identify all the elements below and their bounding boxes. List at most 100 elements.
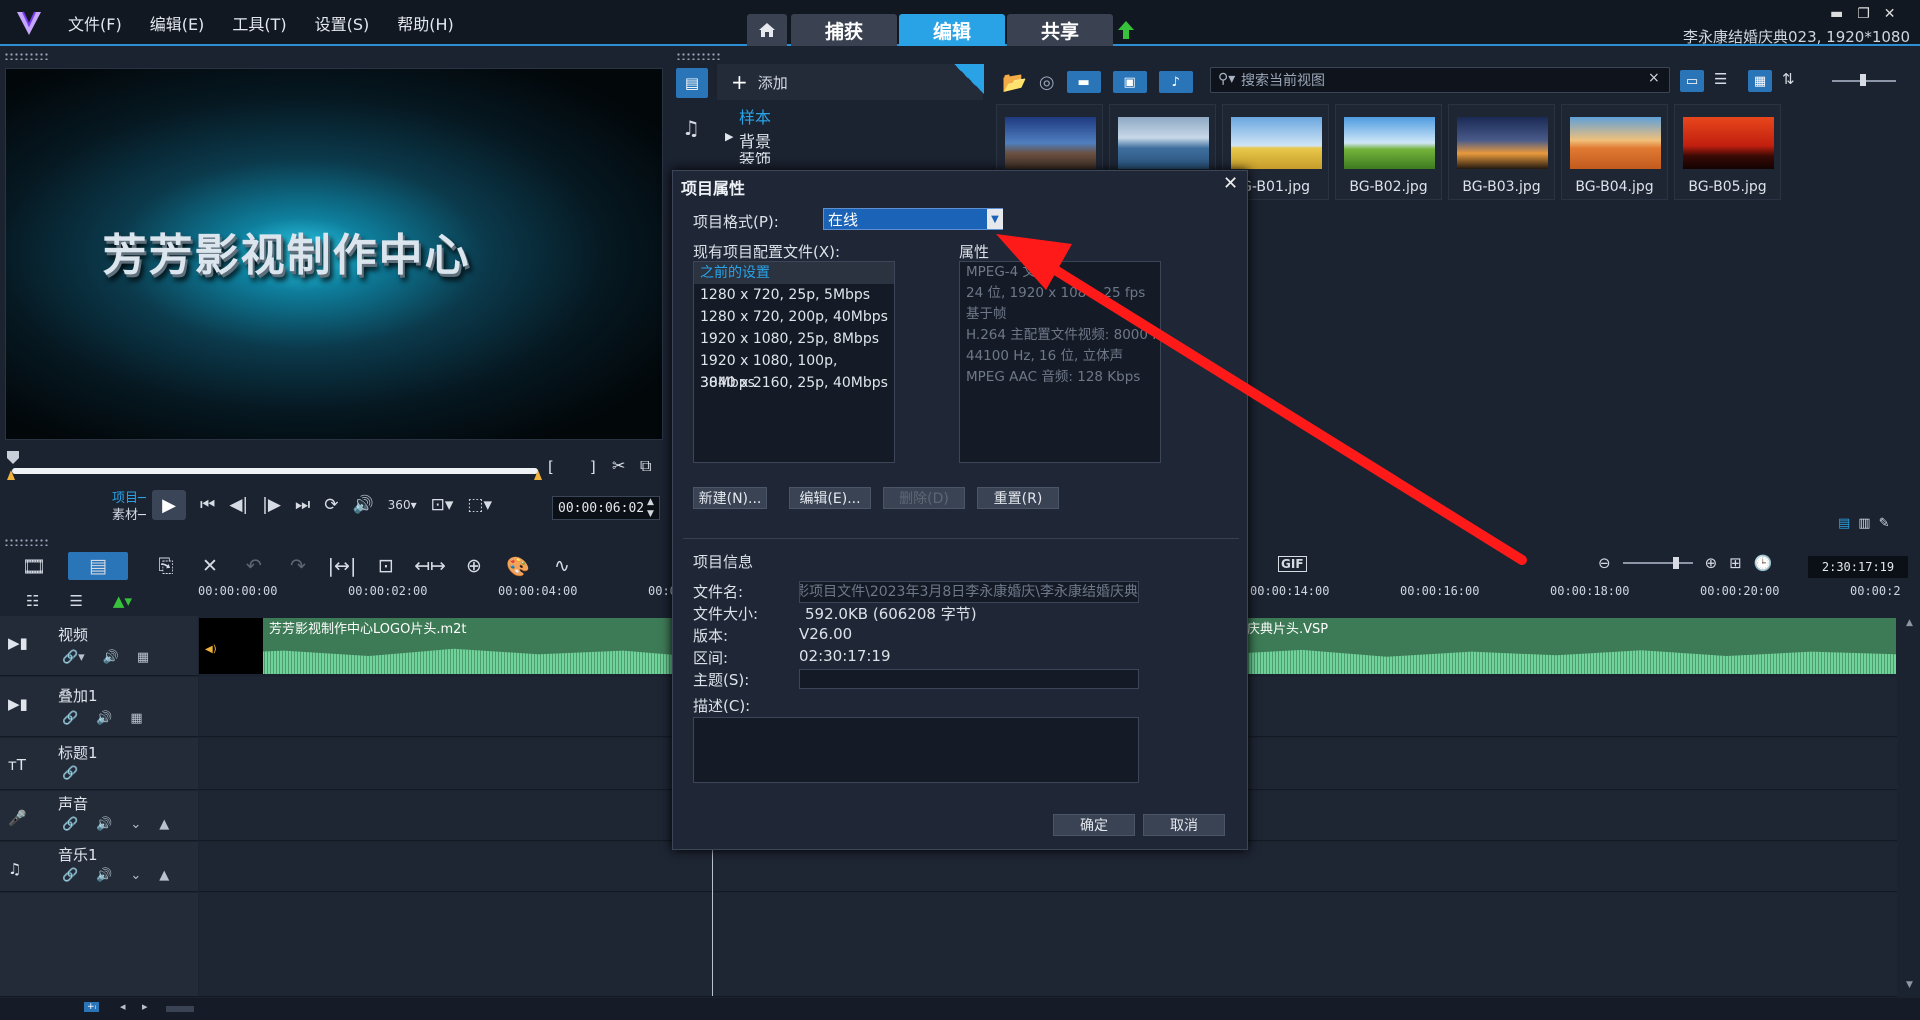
panel-grip[interactable]	[4, 52, 48, 60]
mute-icon[interactable]: 🔊	[96, 868, 112, 883]
trim-end-icon[interactable]	[533, 468, 543, 480]
fit-icon[interactable]: +ᵢ	[84, 1002, 100, 1012]
scroll-left-icon[interactable]: ◂	[120, 1000, 126, 1013]
minimize-icon[interactable]: ▬	[1830, 6, 1843, 22]
grid-view-icon[interactable]: ▦	[1748, 70, 1772, 92]
volume-arrow-icon[interactable]: ▲	[159, 817, 169, 832]
show-audio-icon[interactable]: ♪	[1158, 71, 1193, 93]
category-background[interactable]: ▶ 背景	[717, 128, 983, 152]
menu-edit[interactable]: 编辑(E)	[136, 11, 219, 35]
fit-timeline-icon[interactable]: |↔|	[320, 555, 364, 577]
thumbnail-item[interactable]: BG-B05.jpg	[1674, 104, 1781, 200]
zoom-knob[interactable]	[1672, 557, 1679, 569]
clear-search-icon[interactable]: ×	[1648, 70, 1660, 86]
volume-icon[interactable]: 🔊	[353, 495, 374, 515]
track-header-voice[interactable]: 🎤 声音 🔗 🔊 ⌄ ▲	[0, 791, 198, 841]
format-select[interactable]: 在线	[823, 208, 1003, 230]
menu-settings[interactable]: 设置(S)	[301, 11, 384, 35]
close-icon[interactable]: ✕	[1884, 6, 1896, 22]
mark-out-icon[interactable]: ]	[590, 458, 596, 476]
link-icon[interactable]: 🔗▾	[62, 650, 85, 665]
audio-wave-icon[interactable]: ∿	[540, 555, 584, 577]
scroll-right-icon[interactable]: ▸	[142, 1000, 148, 1013]
redo-icon[interactable]: ↷	[276, 555, 320, 577]
subject-input[interactable]	[799, 669, 1139, 689]
thumb-size-knob[interactable]	[1860, 74, 1866, 86]
aspect-icon[interactable]: ⊡▾	[431, 495, 454, 515]
ok-button[interactable]: 确定	[1053, 814, 1135, 836]
zoom-out-icon[interactable]: ⊖	[1598, 554, 1611, 572]
edit-profile-button[interactable]: 编辑(E)...	[789, 487, 871, 509]
upload-icon[interactable]	[1117, 20, 1135, 40]
preview-window[interactable]: 芳芳影视制作中心	[5, 68, 663, 440]
menu-tools[interactable]: 工具(T)	[218, 11, 300, 35]
show-library-icon[interactable]: ▤	[1838, 516, 1850, 531]
timeline-duration[interactable]: 2:30:17:19	[1808, 556, 1908, 578]
repeat-icon[interactable]: ⟳	[324, 495, 338, 515]
cancel-button[interactable]: 取消	[1143, 814, 1225, 836]
category-decoration[interactable]: 装饰	[717, 152, 983, 164]
track-manager-icon[interactable]: ☷	[26, 592, 39, 610]
search-input[interactable]: 搜索当前视图	[1210, 67, 1670, 93]
thumbnail-item[interactable]: BG-B02.jpg	[1335, 104, 1442, 200]
grid-icon[interactable]: ▦	[137, 650, 149, 665]
new-profile-button[interactable]: 新建(N)...	[693, 487, 767, 509]
trim-start-icon[interactable]	[6, 468, 16, 480]
profile-list[interactable]: 之前的设置 1280 x 720, 25p, 5Mbps 1280 x 720,…	[693, 261, 895, 463]
next-frame-icon[interactable]: |▶	[262, 495, 281, 515]
media-library-icon[interactable]: ▤	[676, 68, 708, 98]
fit-project-icon[interactable]: ⊞	[1729, 554, 1742, 572]
link-icon[interactable]: 🔗	[62, 711, 78, 726]
home-tab[interactable]	[747, 14, 787, 46]
tab-share[interactable]: 共享	[1007, 14, 1113, 46]
tools-icon[interactable]: ✕	[188, 555, 232, 577]
link-icon[interactable]: 🔗	[62, 868, 78, 883]
description-textarea[interactable]	[693, 717, 1139, 783]
mode-clip[interactable]: 素材─	[112, 507, 146, 524]
add-button[interactable]: + 添加	[717, 64, 983, 100]
close-icon[interactable]: ✕	[1223, 173, 1238, 194]
go-start-icon[interactable]: ⏮	[200, 495, 215, 515]
tab-edit[interactable]: 编辑	[899, 14, 1005, 46]
vr-360-icon[interactable]: 360▾	[388, 498, 417, 512]
timecode-stepper[interactable]: ▲ ▼	[647, 496, 654, 520]
panel-grip[interactable]	[4, 538, 48, 546]
timeline-view-icon[interactable]: ▤	[68, 552, 128, 580]
zoom-slider[interactable]	[1622, 557, 1693, 569]
edit-panel-icon[interactable]: ✎	[1879, 516, 1890, 531]
panel-grip[interactable]	[676, 52, 720, 60]
profile-item[interactable]: 1920 x 1080, 100p, 30Mbps	[694, 350, 894, 391]
copy-clip-icon[interactable]: ⎘	[144, 555, 188, 577]
go-end-icon[interactable]: ⏭	[295, 495, 310, 515]
profile-item[interactable]: 1280 x 720, 25p, 5Mbps	[694, 284, 894, 306]
split-icon[interactable]: ↤↦	[408, 555, 452, 577]
transform-icon[interactable]: ⊕	[452, 555, 496, 577]
track-header-video[interactable]: ▶▮ 视频 🔗▾ 🔊 ▦	[0, 616, 198, 676]
profile-item[interactable]: 之前的设置	[694, 262, 894, 284]
disc-icon[interactable]: ◎	[1039, 72, 1055, 93]
thumbnail-item[interactable]: BG-B03.jpg	[1448, 104, 1555, 200]
profile-item[interactable]: 1280 x 720, 200p, 40Mbps	[694, 306, 894, 328]
tab-capture[interactable]: 捕获	[791, 14, 897, 46]
list-view-icon[interactable]: ☰	[1714, 70, 1738, 92]
ripple-edit-icon[interactable]: ▲▾	[113, 592, 132, 610]
track-header-music[interactable]: ♫ 音乐1 🔗 🔊 ⌄ ▲	[0, 842, 198, 892]
category-sample[interactable]: 样本	[717, 104, 983, 128]
mute-icon[interactable]: 🔊	[96, 711, 112, 726]
profile-item[interactable]: 3840 x 2160, 25p, 40Mbps	[694, 372, 894, 394]
thumbnail-view-icon[interactable]: ▭	[1680, 70, 1704, 92]
horizontal-scrollbar[interactable]	[166, 1006, 194, 1012]
cut-icon[interactable]: ✂	[612, 456, 625, 475]
collapse-icon[interactable]: ⌄	[130, 817, 141, 832]
thumbnail-item[interactable]: BG-B04.jpg	[1561, 104, 1668, 200]
sort-icon[interactable]: ⇅	[1782, 70, 1806, 92]
delete-profile-button[interactable]: 删除(D)	[883, 487, 965, 509]
restore-icon[interactable]: ❐	[1857, 6, 1870, 22]
prev-frame-icon[interactable]: ◀|	[229, 495, 248, 515]
reset-profile-button[interactable]: 重置(R)	[977, 487, 1059, 509]
gif-icon[interactable]: GIF	[1278, 556, 1307, 572]
mute-icon[interactable]: 🔊	[96, 817, 112, 832]
menu-help[interactable]: 帮助(H)	[383, 11, 468, 35]
color-grading-icon[interactable]: 🎨	[496, 555, 540, 578]
scrub-bar[interactable]	[12, 468, 538, 474]
